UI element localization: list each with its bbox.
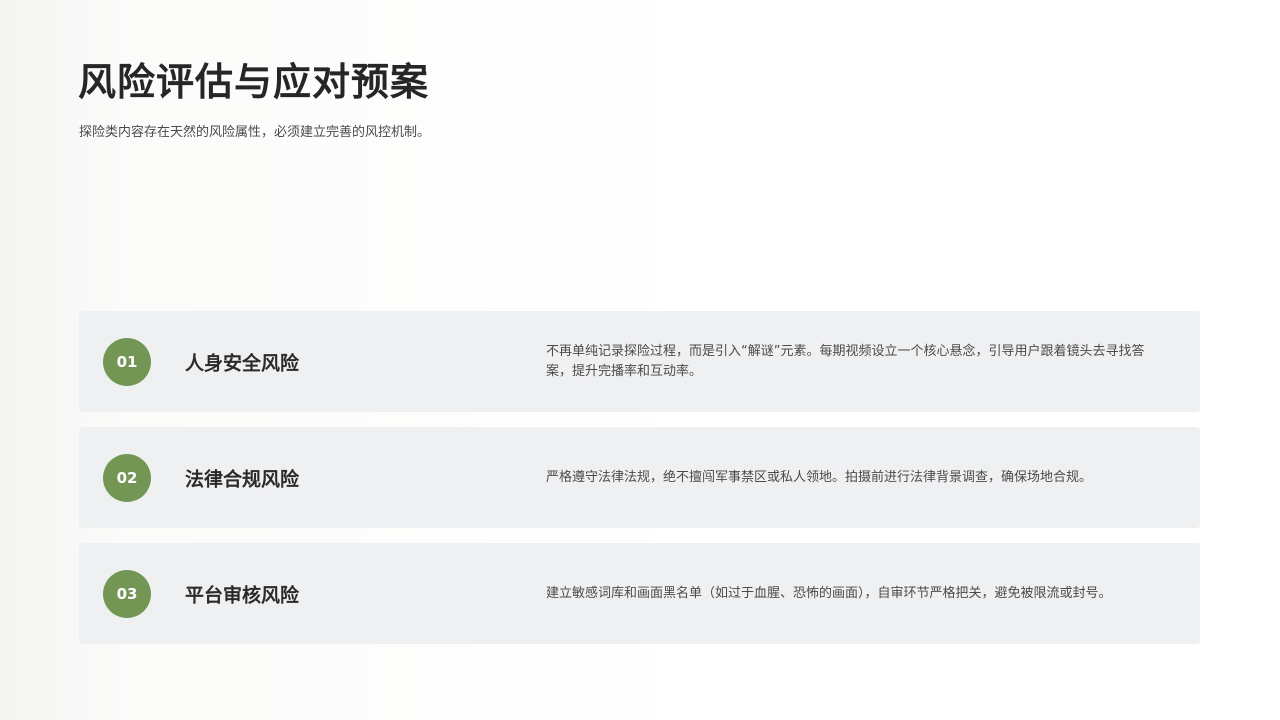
risk-name: 平台审核风险: [185, 584, 300, 606]
risk-name: 法律合规风险: [185, 468, 300, 490]
risk-card-personal-safety: 01 人身安全风险 不再单纯记录探险过程，而是引入“解谜”元素。每期视频设立一个…: [79, 311, 1200, 412]
number-badge: 01: [103, 337, 151, 386]
page-title: 风险评估与应对预案: [78, 60, 430, 104]
risk-description: 不再单纯记录探险过程，而是引入“解谜”元素。每期视频设立一个核心悬念，引导用户跟…: [546, 343, 1145, 379]
slide: 风险评估与应对预案 探险类内容存在天然的风险属性，必须建立完善的风控机制。 01…: [0, 0, 1280, 720]
risk-card-legal-compliance: 02 法律合规风险 严格遵守法律法规，绝不擅闯军事禁区或私人领地。拍摄前进行法律…: [79, 427, 1200, 528]
risk-list: 01 人身安全风险 不再单纯记录探险过程，而是引入“解谜”元素。每期视频设立一个…: [79, 311, 1200, 659]
risk-description: 严格遵守法律法规，绝不擅闯军事禁区或私人领地。拍摄前进行法律背景调查，确保场地合…: [546, 469, 1093, 485]
number-badge: 02: [103, 453, 151, 502]
number-badge: 03: [103, 569, 151, 618]
risk-card-platform-review: 03 平台审核风险 建立敏感词库和画面黑名单（如过于血腥、恐怖的画面），自审环节…: [79, 543, 1200, 644]
page-subtitle: 探险类内容存在天然的风险属性，必须建立完善的风控机制。: [79, 125, 431, 140]
risk-name: 人身安全风险: [185, 352, 300, 374]
risk-description: 建立敏感词库和画面黑名单（如过于血腥、恐怖的画面），自审环节严格把关，避免被限流…: [546, 585, 1112, 601]
